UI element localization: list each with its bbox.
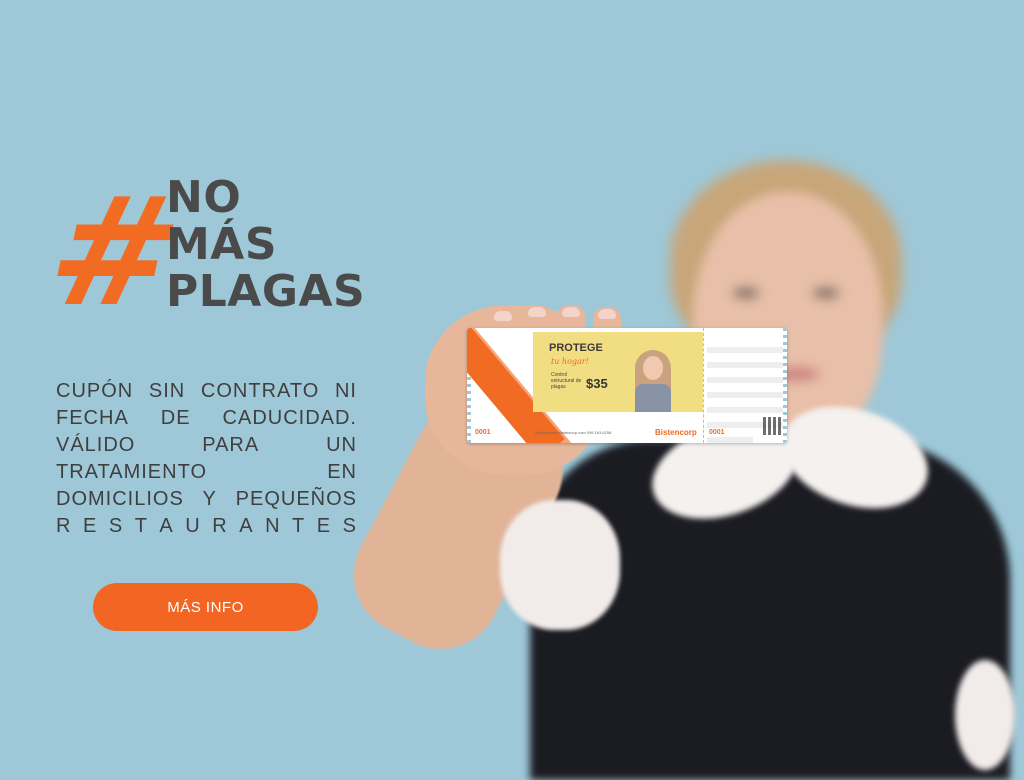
description-word: E bbox=[82, 515, 98, 537]
description-word: PEQUEÑOS bbox=[235, 488, 357, 510]
mas-info-button[interactable]: MÁS INFO bbox=[93, 583, 318, 631]
description-line: DOMICILIOS Y PEQUEÑOS bbox=[56, 486, 357, 513]
description-word: CADUCIDAD. bbox=[222, 407, 357, 429]
left-sleeve bbox=[500, 500, 620, 630]
description-word: UN bbox=[326, 434, 357, 456]
coupon-tear-line bbox=[703, 328, 704, 443]
description-word: T bbox=[292, 515, 306, 537]
coupon-main: PROTEGE tu hogar! Control estructural de… bbox=[467, 328, 703, 443]
description-word: E bbox=[316, 515, 332, 537]
description-word: A bbox=[239, 515, 254, 537]
coupon-price: $35 bbox=[586, 376, 608, 391]
description-word: FECHA bbox=[56, 407, 129, 429]
description-word: PARA bbox=[202, 434, 260, 456]
coupon-serial-stub: 0001 bbox=[709, 429, 725, 436]
description-word: VÁLIDO bbox=[56, 434, 136, 456]
coupon-brand-logo: Bistencorp bbox=[655, 428, 697, 437]
description-line: FECHA DE CADUCIDAD. bbox=[56, 405, 357, 432]
description-word: TRATAMIENTO bbox=[56, 461, 207, 483]
description-word: R bbox=[56, 515, 72, 537]
description-word: Y bbox=[202, 488, 217, 510]
qr-code-icon bbox=[763, 417, 781, 435]
description-word: R bbox=[212, 515, 228, 537]
description-word: A bbox=[159, 515, 174, 537]
description-word: DE bbox=[160, 407, 191, 429]
description-word: CUPÓN bbox=[56, 380, 134, 402]
description-line: CUPÓN SIN CONTRATO NI bbox=[56, 378, 357, 405]
coupon-card: PROTEGE tu hogar! Control estructural de… bbox=[467, 328, 787, 443]
headline-line-1: NO bbox=[166, 172, 242, 223]
description-word: N bbox=[265, 515, 281, 537]
coupon-description: CUPÓN SIN CONTRATO NI FECHA DE CADUCIDAD. VÁLID… bbox=[56, 378, 357, 540]
description-word: S bbox=[108, 515, 124, 537]
model-photo bbox=[332, 140, 1024, 780]
headline-line-2: MÁS bbox=[166, 219, 278, 270]
description-word: SIN bbox=[148, 380, 186, 402]
coupon-service: Control estructural de plagas bbox=[551, 372, 582, 390]
description-word: NI bbox=[334, 380, 357, 402]
headline: NO MÁS PLAGAS bbox=[166, 174, 365, 315]
coupon-contacts: @bistencorp bistencorp.com 099 163 6258 bbox=[535, 430, 612, 435]
coupon-title: PROTEGE bbox=[549, 342, 603, 354]
description-line: RESTAURANTES bbox=[56, 513, 357, 540]
description-word: DOMICILIOS bbox=[56, 488, 184, 510]
coupon-photo bbox=[635, 350, 671, 412]
description-word: S bbox=[342, 515, 357, 537]
description-word: U bbox=[185, 515, 201, 537]
coupon-subtitle: tu hogar! bbox=[551, 357, 589, 366]
description-line: TRATAMIENTO EN bbox=[56, 459, 357, 486]
left-eye bbox=[733, 288, 759, 298]
description-word: CONTRATO bbox=[200, 380, 320, 402]
headline-line-3: PLAGAS bbox=[166, 266, 366, 317]
right-eye bbox=[813, 288, 839, 298]
right-sleeve bbox=[955, 660, 1015, 770]
description-word: EN bbox=[327, 461, 357, 483]
description-line: VÁLIDO PARA UN bbox=[56, 432, 357, 459]
description-word: T bbox=[134, 515, 148, 537]
coupon-serial: 0001 bbox=[475, 429, 491, 436]
